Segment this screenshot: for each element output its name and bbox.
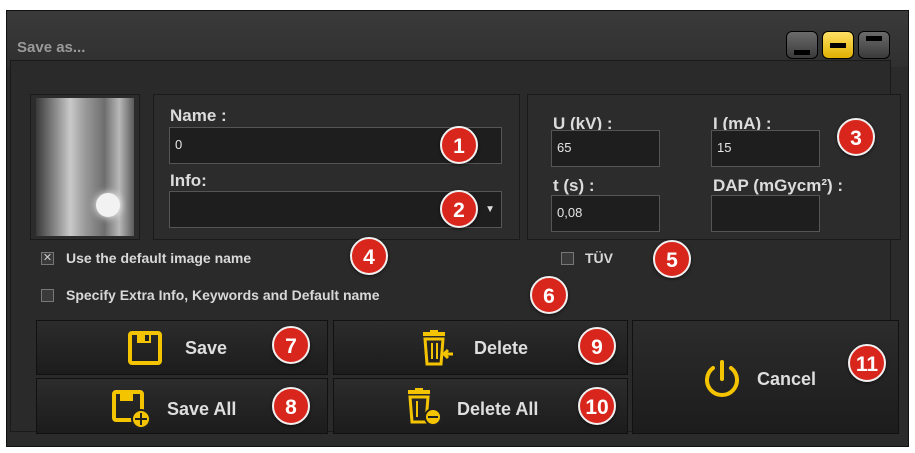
save-all-label: Save All bbox=[167, 399, 237, 419]
restore-button[interactable] bbox=[822, 31, 854, 59]
callout-badge: 10 bbox=[578, 387, 616, 425]
title-bar[interactable]: Save as... bbox=[7, 11, 908, 67]
callout-badge: 2 bbox=[440, 190, 478, 228]
i-ma-input[interactable]: 15 bbox=[711, 130, 820, 167]
callout-badge: 9 bbox=[578, 327, 616, 365]
default-name-label: Use the default image name bbox=[66, 250, 252, 266]
restore-icon bbox=[830, 43, 846, 48]
default-name-checkbox[interactable]: ✕ bbox=[41, 252, 54, 265]
dap-input[interactable] bbox=[711, 195, 820, 232]
minimize-button[interactable] bbox=[786, 31, 818, 59]
dropdown-arrow-icon: ▼ bbox=[485, 204, 495, 215]
maximize-button[interactable] bbox=[858, 31, 890, 59]
tuv-checkbox[interactable] bbox=[561, 252, 574, 265]
callout-badge: 5 bbox=[653, 240, 691, 278]
delete-label: Delete bbox=[474, 338, 529, 358]
minimize-icon bbox=[794, 50, 810, 55]
t-s-label: t (s) : bbox=[553, 176, 595, 195]
callout-badge: 1 bbox=[440, 126, 478, 164]
trash-all-icon bbox=[404, 388, 444, 428]
callout-badge: 7 bbox=[272, 326, 310, 364]
save-label: Save bbox=[185, 338, 228, 358]
extra-info-checkbox[interactable] bbox=[41, 289, 54, 302]
xray-thumbnail bbox=[36, 98, 134, 236]
trash-icon bbox=[419, 330, 455, 368]
t-s-input[interactable]: 0,08 bbox=[551, 195, 660, 232]
callout-badge: 8 bbox=[272, 387, 310, 425]
callout-badge: 3 bbox=[837, 118, 875, 156]
callout-badge: 6 bbox=[530, 276, 568, 314]
save-icon bbox=[127, 330, 163, 366]
maximize-icon bbox=[866, 36, 882, 41]
power-icon bbox=[701, 359, 743, 401]
callout-badge: 4 bbox=[350, 237, 388, 275]
info-label: Info: bbox=[170, 171, 207, 190]
u-kv-input[interactable]: 65 bbox=[551, 130, 660, 167]
save-all-icon bbox=[111, 389, 151, 429]
extra-info-label: Specify Extra Info, Keywords and Default… bbox=[66, 287, 380, 303]
cancel-label: Cancel bbox=[757, 369, 817, 389]
tuv-label: TÜV bbox=[585, 250, 613, 266]
dap-label: DAP (mGycm²) : bbox=[713, 176, 844, 195]
delete-all-label: Delete All bbox=[457, 399, 539, 419]
window-title: Save as... bbox=[17, 39, 86, 56]
name-label: Name : bbox=[170, 106, 227, 125]
callout-badge: 11 bbox=[848, 344, 886, 382]
